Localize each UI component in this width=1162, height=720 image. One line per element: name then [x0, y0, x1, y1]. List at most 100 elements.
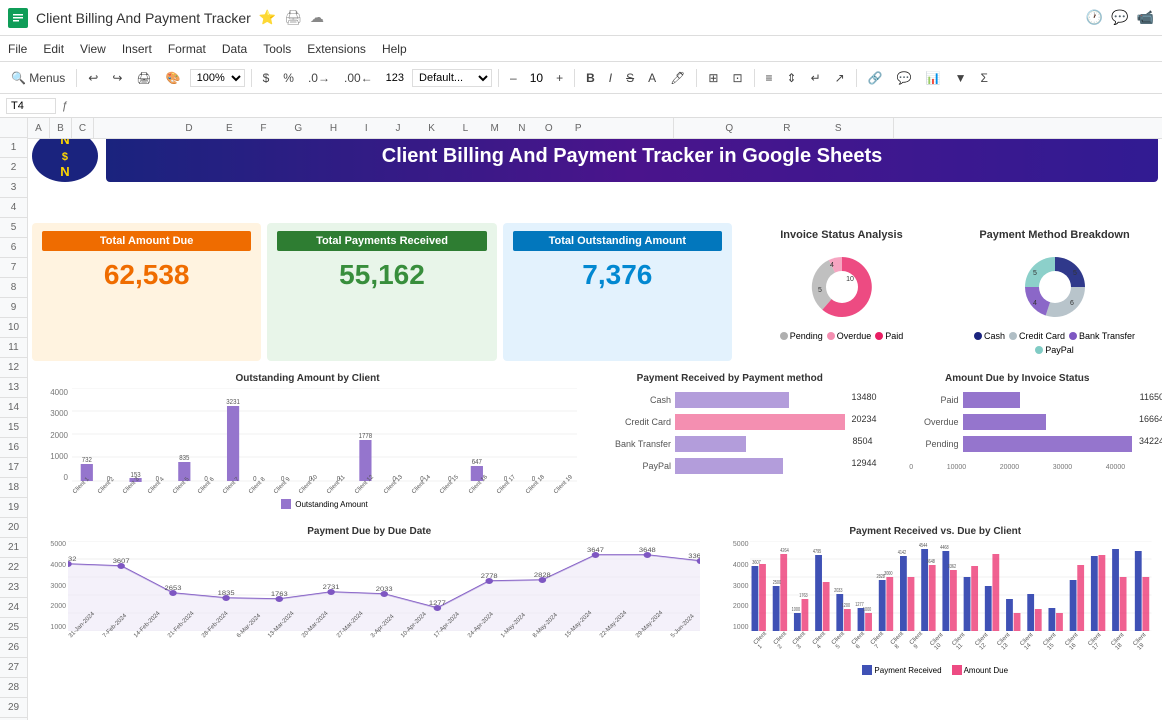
undo-btn[interactable]: ↩: [83, 69, 103, 87]
row-9[interactable]: 9: [0, 298, 27, 318]
pp-bar-label: PayPal: [605, 461, 675, 471]
font-select[interactable]: Default...: [412, 69, 492, 87]
cloud-icon[interactable]: ☁: [310, 9, 324, 26]
row-28[interactable]: 28: [0, 678, 27, 698]
highlight-btn[interactable]: 🖊: [665, 69, 690, 87]
chart-btn[interactable]: 📊: [921, 69, 946, 87]
text-color-btn[interactable]: A: [643, 69, 661, 87]
menu-view[interactable]: View: [80, 42, 106, 56]
row-4[interactable]: 4: [0, 198, 27, 218]
menu-format[interactable]: Format: [168, 42, 206, 56]
percent-btn[interactable]: %: [278, 69, 299, 87]
row-2[interactable]: 2: [0, 158, 27, 178]
borders-btn[interactable]: ⊞: [703, 69, 723, 87]
row-19[interactable]: 19: [0, 498, 27, 518]
wrap-btn[interactable]: ↵: [806, 69, 826, 87]
comment-btn[interactable]: 💬: [892, 69, 917, 87]
row-27[interactable]: 27: [0, 658, 27, 678]
row-25[interactable]: 25: [0, 618, 27, 638]
row-26[interactable]: 26: [0, 638, 27, 658]
row-5[interactable]: 5: [0, 218, 27, 238]
menu-bar: File Edit View Insert Format Data Tools …: [0, 36, 1162, 62]
cc-bar-value: 20234: [851, 414, 876, 424]
print-icon[interactable]: 🖨: [284, 9, 302, 26]
col-c[interactable]: C: [72, 118, 94, 138]
row-14[interactable]: 14: [0, 398, 27, 418]
row-8[interactable]: 8: [0, 278, 27, 298]
row-29[interactable]: 29: [0, 698, 27, 718]
menu-insert[interactable]: Insert: [122, 42, 152, 56]
link-btn[interactable]: 🔗: [863, 69, 888, 87]
zoom-select[interactable]: 100%: [190, 69, 245, 87]
svg-text:2731: 2731: [323, 585, 340, 591]
paint-format-btn[interactable]: 🎨: [161, 69, 186, 87]
col-a[interactable]: A: [28, 118, 50, 138]
redo-btn[interactable]: ↪: [107, 69, 127, 87]
chat-icon[interactable]: 💬: [1111, 9, 1128, 26]
rotate-btn[interactable]: ↗: [830, 69, 850, 87]
row-3[interactable]: 3: [0, 178, 27, 198]
paid-status-row: Paid 11650: [893, 392, 1133, 408]
col-q-s[interactable]: Q R S: [674, 118, 894, 138]
paid-status-track: 11650: [963, 392, 1133, 408]
right-panels-area: Invoice Status Analysis: [738, 223, 1158, 361]
functions-btn[interactable]: Σ: [975, 69, 992, 87]
grid-area[interactable]: A B C D E F G H I J K L M N O P Q R S: [28, 118, 1162, 720]
print-btn[interactable]: 🖨: [131, 69, 156, 87]
row-10[interactable]: 10: [0, 318, 27, 338]
toolbar-sep4: [574, 69, 575, 87]
row-23[interactable]: 23: [0, 578, 27, 598]
currency-btn[interactable]: $: [258, 69, 275, 87]
menu-edit[interactable]: Edit: [43, 42, 64, 56]
dec-decrease-btn[interactable]: .0→: [303, 69, 335, 87]
row-11[interactable]: 11: [0, 338, 27, 358]
row-24[interactable]: 24: [0, 598, 27, 618]
row-18[interactable]: 18: [0, 478, 27, 498]
merge-btn[interactable]: ⊡: [727, 69, 747, 87]
star-icon[interactable]: ⭐: [259, 9, 276, 26]
row-21[interactable]: 21: [0, 538, 27, 558]
menu-extensions[interactable]: Extensions: [307, 42, 366, 56]
font-size-increase-btn[interactable]: +: [551, 69, 568, 87]
menu-help[interactable]: Help: [382, 42, 407, 56]
col-b[interactable]: B: [50, 118, 72, 138]
due-legend-label: Amount Due: [964, 666, 1008, 675]
svg-text:647: 647: [472, 459, 482, 466]
strikethrough-btn[interactable]: S: [621, 69, 639, 87]
align-btn[interactable]: ≡: [761, 69, 778, 87]
cash-bar-row: Cash 13480: [605, 392, 845, 408]
row-16[interactable]: 16: [0, 438, 27, 458]
overdue-dot: [827, 332, 835, 340]
paid-status-value: 11650: [1140, 392, 1162, 402]
menu-file[interactable]: File: [8, 42, 27, 56]
menu-data[interactable]: Data: [222, 42, 247, 56]
bank-transfer-label: Bank Transfer: [1079, 331, 1135, 341]
valign-btn[interactable]: ⇕: [782, 69, 802, 87]
history-icon[interactable]: 🕐: [1086, 9, 1103, 26]
line-chart-area: 5000 4000 3000 2000 1000: [38, 541, 700, 661]
cell-reference-input[interactable]: [6, 98, 56, 114]
payment-method-title: Payment Method Breakdown: [957, 229, 1152, 241]
dec-increase-btn[interactable]: .00←: [339, 69, 378, 87]
svg-text:3362: 3362: [688, 554, 700, 560]
menu-tools[interactable]: Tools: [263, 42, 291, 56]
svg-text:5: 5: [818, 287, 822, 294]
row-13[interactable]: 13: [0, 378, 27, 398]
filter-btn[interactable]: ▼: [950, 69, 972, 87]
row-15[interactable]: 15: [0, 418, 27, 438]
font-size-decrease-btn[interactable]: –: [505, 69, 522, 87]
col-d-p[interactable]: D E F G H I J K L M N O P: [94, 118, 674, 138]
italic-btn[interactable]: I: [604, 69, 617, 87]
row-7[interactable]: 7: [0, 258, 27, 278]
row-1[interactable]: 1: [0, 138, 27, 158]
row-6[interactable]: 6: [0, 238, 27, 258]
payment-due-by-date-title: Payment Due by Due Date: [38, 526, 700, 537]
row-12[interactable]: 12: [0, 358, 27, 378]
meet-icon[interactable]: 📹: [1137, 9, 1154, 26]
row-17[interactable]: 17: [0, 458, 27, 478]
bold-btn[interactable]: B: [581, 69, 600, 87]
search-menus-btn[interactable]: 🔍 Menus: [6, 69, 70, 87]
row-20[interactable]: 20: [0, 518, 27, 538]
corner-cell: [0, 118, 27, 138]
row-22[interactable]: 22: [0, 558, 27, 578]
